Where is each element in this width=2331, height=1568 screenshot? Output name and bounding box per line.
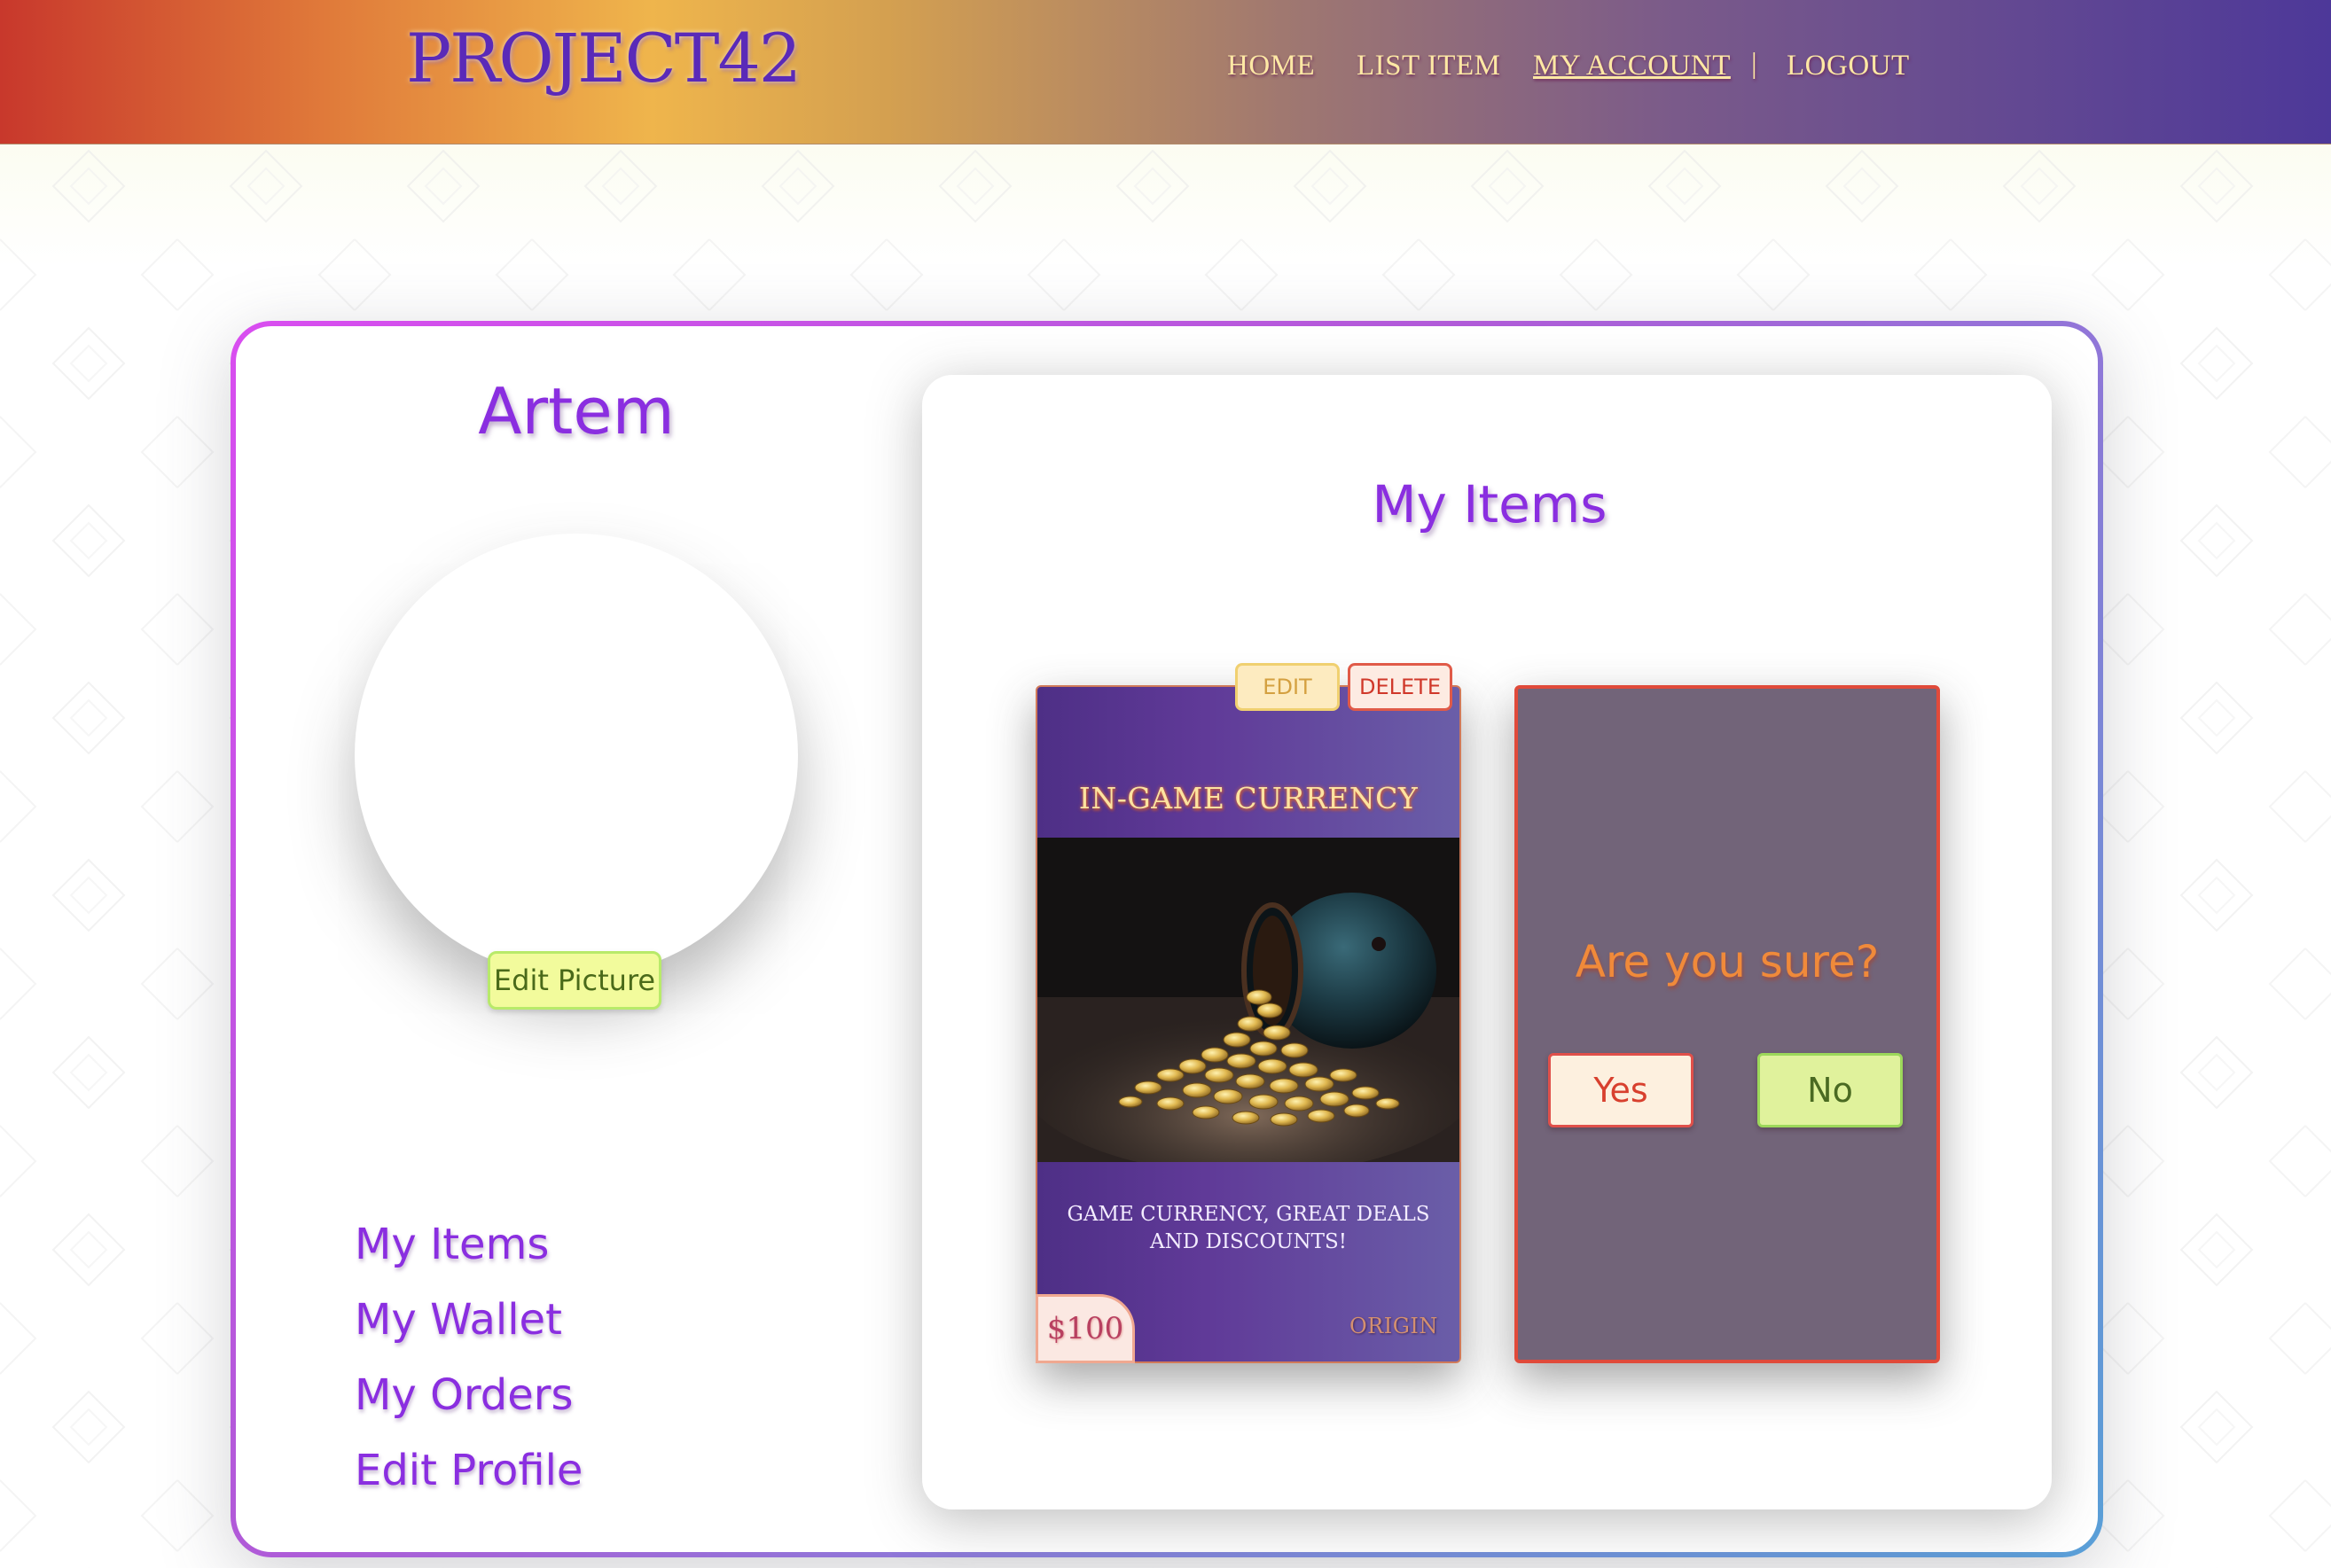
delete-item-button[interactable]: DELETE — [1348, 663, 1452, 711]
avatar — [355, 534, 798, 977]
top-header — [0, 0, 2331, 144]
confirm-yes-button[interactable]: Yes — [1548, 1053, 1693, 1127]
sidebar-link-my-wallet[interactable]: My Wallet — [355, 1299, 562, 1341]
site-logo[interactable]: PROJECT42 — [406, 25, 802, 92]
sidebar-link-my-orders[interactable]: My Orders — [355, 1374, 574, 1416]
nav-separator: | — [1751, 48, 1758, 80]
nav-my-account-link[interactable]: MY ACCOUNT — [1533, 51, 1731, 81]
pot-of-gold-coins-image — [1037, 838, 1459, 1162]
item-price-badge: $100 — [1036, 1294, 1135, 1363]
item-title: IN-GAME CURRENCY — [1078, 781, 1419, 815]
item-origin-label: ORIGIN — [1349, 1314, 1438, 1338]
delete-confirm-card — [1514, 685, 1940, 1363]
sidebar-link-my-items[interactable]: My Items — [355, 1223, 549, 1266]
profile-username: Artem — [478, 374, 675, 449]
my-items-heading: My Items — [1372, 474, 1607, 534]
sidebar-link-edit-profile[interactable]: Edit Profile — [355, 1449, 583, 1492]
nav-logout-link[interactable]: LOGOUT — [1787, 51, 1910, 81]
confirm-no-button[interactable]: No — [1757, 1053, 1903, 1127]
item-description: GAME CURRENCY, GREAT DEALS AND DISCOUNTS… — [1067, 1203, 1430, 1254]
nav-home-link[interactable]: HOME — [1227, 51, 1315, 81]
nav-list-item-link[interactable]: LIST ITEM — [1357, 51, 1500, 81]
edit-picture-button[interactable]: Edit Picture — [488, 951, 661, 1010]
delete-confirm-question: Are you sure? — [1575, 936, 1880, 987]
edit-item-button[interactable]: EDIT — [1235, 663, 1340, 711]
